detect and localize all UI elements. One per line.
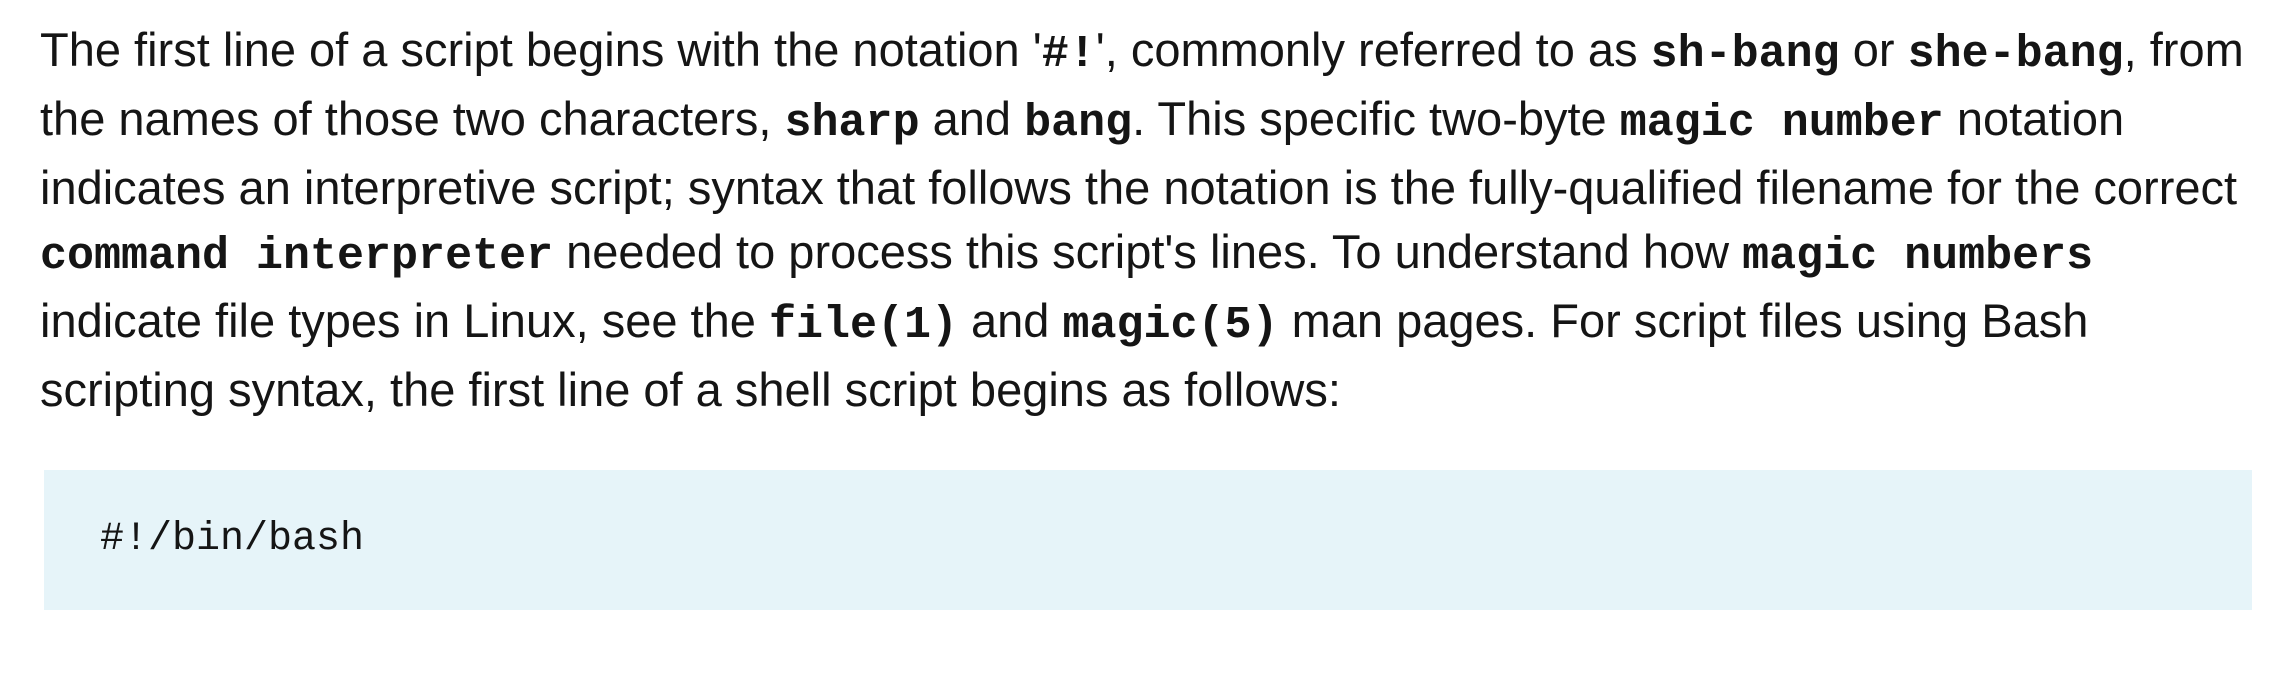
paragraph-text: ', commonly referred to as <box>1095 23 1651 76</box>
paragraph-text: indicate file types in Linux, see the <box>40 294 769 347</box>
code-block: #!/bin/bash <box>44 470 2252 610</box>
inline-code-she-bang: she-bang <box>1907 29 2124 80</box>
inline-code-file1: file(1) <box>768 300 958 351</box>
inline-code-magic5: magic(5) <box>1062 300 1279 351</box>
inline-code-sh-bang: sh-bang <box>1650 29 1840 80</box>
code-line: #!/bin/bash <box>100 517 365 562</box>
document-page: The first line of a script begins with t… <box>0 0 2294 700</box>
paragraph-text: needed to process this script's lines. T… <box>553 225 1743 278</box>
inline-code-shebang-chars: #! <box>1041 29 1096 80</box>
inline-code-magic-number: magic number <box>1619 98 1944 149</box>
paragraph-text: . This specific two-byte <box>1132 92 1620 145</box>
inline-code-bang: bang <box>1024 98 1133 149</box>
inline-code-sharp: sharp <box>784 98 920 149</box>
paragraph-text: The first line of a script begins with t… <box>40 23 1042 76</box>
paragraph-text: and <box>919 92 1025 145</box>
shebang-paragraph: The first line of a script begins with t… <box>40 18 2254 422</box>
inline-code-command-interpreter: command interpreter <box>40 231 554 282</box>
inline-code-magic-numbers: magic numbers <box>1742 231 2094 282</box>
paragraph-text: or <box>1839 23 1908 76</box>
paragraph-text: and <box>957 294 1063 347</box>
